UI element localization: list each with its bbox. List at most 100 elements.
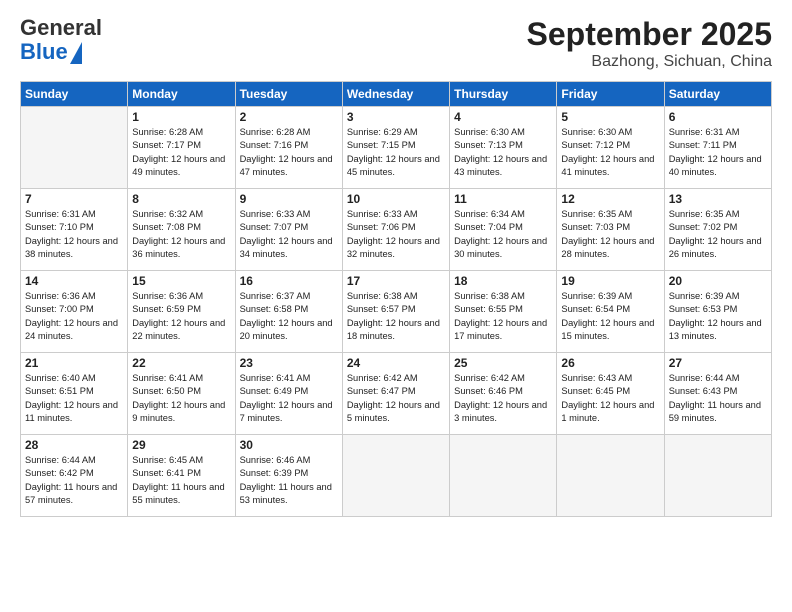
day-number: 3 <box>347 110 445 124</box>
day-info: Sunrise: 6:34 AM Sunset: 7:04 PM Dayligh… <box>454 208 552 262</box>
calendar-cell: 28 Sunrise: 6:44 AM Sunset: 6:42 PM Dayli… <box>21 435 128 517</box>
day-info: Sunrise: 6:31 AM Sunset: 7:11 PM Dayligh… <box>669 126 767 180</box>
calendar-cell: 9 Sunrise: 6:33 AM Sunset: 7:07 PM Daylig… <box>235 189 342 271</box>
calendar-cell: 15 Sunrise: 6:36 AM Sunset: 6:59 PM Dayli… <box>128 271 235 353</box>
header: General Blue September 2025 Bazhong, Sic… <box>20 16 772 71</box>
logo-blue: Blue <box>20 39 68 64</box>
day-info: Sunrise: 6:45 AM Sunset: 6:41 PM Dayligh… <box>132 454 230 508</box>
calendar-cell: 11 Sunrise: 6:34 AM Sunset: 7:04 PM Dayli… <box>450 189 557 271</box>
day-info: Sunrise: 6:41 AM Sunset: 6:50 PM Dayligh… <box>132 372 230 426</box>
calendar-cell: 14 Sunrise: 6:36 AM Sunset: 7:00 PM Dayli… <box>21 271 128 353</box>
calendar-cell: 26 Sunrise: 6:43 AM Sunset: 6:45 PM Dayli… <box>557 353 664 435</box>
calendar-cell: 2Sunrise: 6:28 AM Sunset: 7:16 PM Daylig… <box>235 107 342 189</box>
main-container: General Blue September 2025 Bazhong, Sic… <box>0 0 792 527</box>
day-number: 10 <box>347 192 445 206</box>
day-info: Sunrise: 6:32 AM Sunset: 7:08 PM Dayligh… <box>132 208 230 262</box>
day-info: Sunrise: 6:42 AM Sunset: 6:46 PM Dayligh… <box>454 372 552 426</box>
logo-general: General <box>20 15 102 40</box>
calendar-cell: 27 Sunrise: 6:44 AM Sunset: 6:43 PM Dayli… <box>664 353 771 435</box>
calendar-week-row: 1Sunrise: 6:28 AM Sunset: 7:17 PM Daylig… <box>21 107 772 189</box>
calendar-cell <box>557 435 664 517</box>
day-number: 16 <box>240 274 338 288</box>
day-number: 9 <box>240 192 338 206</box>
day-number: 21 <box>25 356 123 370</box>
col-wednesday: Wednesday <box>342 82 449 107</box>
day-number: 28 <box>25 438 123 452</box>
calendar-cell: 21 Sunrise: 6:40 AM Sunset: 6:51 PM Dayli… <box>21 353 128 435</box>
day-number: 25 <box>454 356 552 370</box>
col-friday: Friday <box>557 82 664 107</box>
calendar-cell: 5 Sunrise: 6:30 AM Sunset: 7:12 PM Daylig… <box>557 107 664 189</box>
day-info: Sunrise: 6:39 AM Sunset: 6:53 PM Dayligh… <box>669 290 767 344</box>
day-info: Sunrise: 6:43 AM Sunset: 6:45 PM Dayligh… <box>561 372 659 426</box>
day-info: Sunrise: 6:33 AM Sunset: 7:07 PM Dayligh… <box>240 208 338 262</box>
day-info: Sunrise: 6:40 AM Sunset: 6:51 PM Dayligh… <box>25 372 123 426</box>
col-sunday: Sunday <box>21 82 128 107</box>
calendar-cell: 23Sunrise: 6:41 AM Sunset: 6:49 PM Dayli… <box>235 353 342 435</box>
calendar-cell: 25 Sunrise: 6:42 AM Sunset: 6:46 PM Dayli… <box>450 353 557 435</box>
col-saturday: Saturday <box>664 82 771 107</box>
calendar-cell: 6 Sunrise: 6:31 AM Sunset: 7:11 PM Daylig… <box>664 107 771 189</box>
day-info: Sunrise: 6:31 AM Sunset: 7:10 PM Dayligh… <box>25 208 123 262</box>
calendar-week-row: 7 Sunrise: 6:31 AM Sunset: 7:10 PM Daylig… <box>21 189 772 271</box>
day-info: Sunrise: 6:37 AM Sunset: 6:58 PM Dayligh… <box>240 290 338 344</box>
calendar-cell: 4Sunrise: 6:30 AM Sunset: 7:13 PM Daylig… <box>450 107 557 189</box>
day-info: Sunrise: 6:42 AM Sunset: 6:47 PM Dayligh… <box>347 372 445 426</box>
calendar-cell: 24Sunrise: 6:42 AM Sunset: 6:47 PM Dayli… <box>342 353 449 435</box>
header-row: Sunday Monday Tuesday Wednesday Thursday… <box>21 82 772 107</box>
calendar-cell: 10Sunrise: 6:33 AM Sunset: 7:06 PM Dayli… <box>342 189 449 271</box>
day-info: Sunrise: 6:36 AM Sunset: 6:59 PM Dayligh… <box>132 290 230 344</box>
day-number: 5 <box>561 110 659 124</box>
day-info: Sunrise: 6:38 AM Sunset: 6:57 PM Dayligh… <box>347 290 445 344</box>
day-number: 11 <box>454 192 552 206</box>
day-info: Sunrise: 6:28 AM Sunset: 7:17 PM Dayligh… <box>132 126 230 180</box>
calendar-cell: 18 Sunrise: 6:38 AM Sunset: 6:55 PM Dayli… <box>450 271 557 353</box>
day-info: Sunrise: 6:36 AM Sunset: 7:00 PM Dayligh… <box>25 290 123 344</box>
day-number: 26 <box>561 356 659 370</box>
calendar-cell: 22 Sunrise: 6:41 AM Sunset: 6:50 PM Dayli… <box>128 353 235 435</box>
calendar-cell <box>664 435 771 517</box>
day-info: Sunrise: 6:29 AM Sunset: 7:15 PM Dayligh… <box>347 126 445 180</box>
calendar-cell: 30Sunrise: 6:46 AM Sunset: 6:39 PM Dayli… <box>235 435 342 517</box>
day-number: 30 <box>240 438 338 452</box>
day-number: 6 <box>669 110 767 124</box>
day-number: 20 <box>669 274 767 288</box>
day-info: Sunrise: 6:44 AM Sunset: 6:43 PM Dayligh… <box>669 372 767 426</box>
calendar-week-row: 14 Sunrise: 6:36 AM Sunset: 7:00 PM Dayli… <box>21 271 772 353</box>
calendar-cell: 12 Sunrise: 6:35 AM Sunset: 7:03 PM Dayli… <box>557 189 664 271</box>
calendar-cell <box>21 107 128 189</box>
day-number: 12 <box>561 192 659 206</box>
day-number: 29 <box>132 438 230 452</box>
day-info: Sunrise: 6:44 AM Sunset: 6:42 PM Dayligh… <box>25 454 123 508</box>
day-number: 7 <box>25 192 123 206</box>
month-title: September 2025 <box>527 16 772 53</box>
day-info: Sunrise: 6:38 AM Sunset: 6:55 PM Dayligh… <box>454 290 552 344</box>
day-number: 23 <box>240 356 338 370</box>
day-info: Sunrise: 6:30 AM Sunset: 7:13 PM Dayligh… <box>454 126 552 180</box>
calendar-cell: 16 Sunrise: 6:37 AM Sunset: 6:58 PM Dayli… <box>235 271 342 353</box>
col-monday: Monday <box>128 82 235 107</box>
col-tuesday: Tuesday <box>235 82 342 107</box>
calendar-cell: 29 Sunrise: 6:45 AM Sunset: 6:41 PM Dayli… <box>128 435 235 517</box>
day-number: 22 <box>132 356 230 370</box>
logo: General Blue <box>20 16 102 64</box>
calendar-cell: 7 Sunrise: 6:31 AM Sunset: 7:10 PM Daylig… <box>21 189 128 271</box>
calendar-cell <box>450 435 557 517</box>
calendar-cell <box>342 435 449 517</box>
calendar-cell: 13Sunrise: 6:35 AM Sunset: 7:02 PM Dayli… <box>664 189 771 271</box>
calendar-cell: 17Sunrise: 6:38 AM Sunset: 6:57 PM Dayli… <box>342 271 449 353</box>
day-number: 19 <box>561 274 659 288</box>
day-number: 2 <box>240 110 338 124</box>
calendar-cell: 3 Sunrise: 6:29 AM Sunset: 7:15 PM Daylig… <box>342 107 449 189</box>
day-info: Sunrise: 6:35 AM Sunset: 7:03 PM Dayligh… <box>561 208 659 262</box>
day-number: 18 <box>454 274 552 288</box>
day-info: Sunrise: 6:35 AM Sunset: 7:02 PM Dayligh… <box>669 208 767 262</box>
logo-triangle-icon <box>70 42 82 64</box>
day-number: 15 <box>132 274 230 288</box>
day-info: Sunrise: 6:30 AM Sunset: 7:12 PM Dayligh… <box>561 126 659 180</box>
calendar-cell: 20 Sunrise: 6:39 AM Sunset: 6:53 PM Dayli… <box>664 271 771 353</box>
day-number: 14 <box>25 274 123 288</box>
day-number: 8 <box>132 192 230 206</box>
title-block: September 2025 Bazhong, Sichuan, China <box>527 16 772 71</box>
day-number: 27 <box>669 356 767 370</box>
